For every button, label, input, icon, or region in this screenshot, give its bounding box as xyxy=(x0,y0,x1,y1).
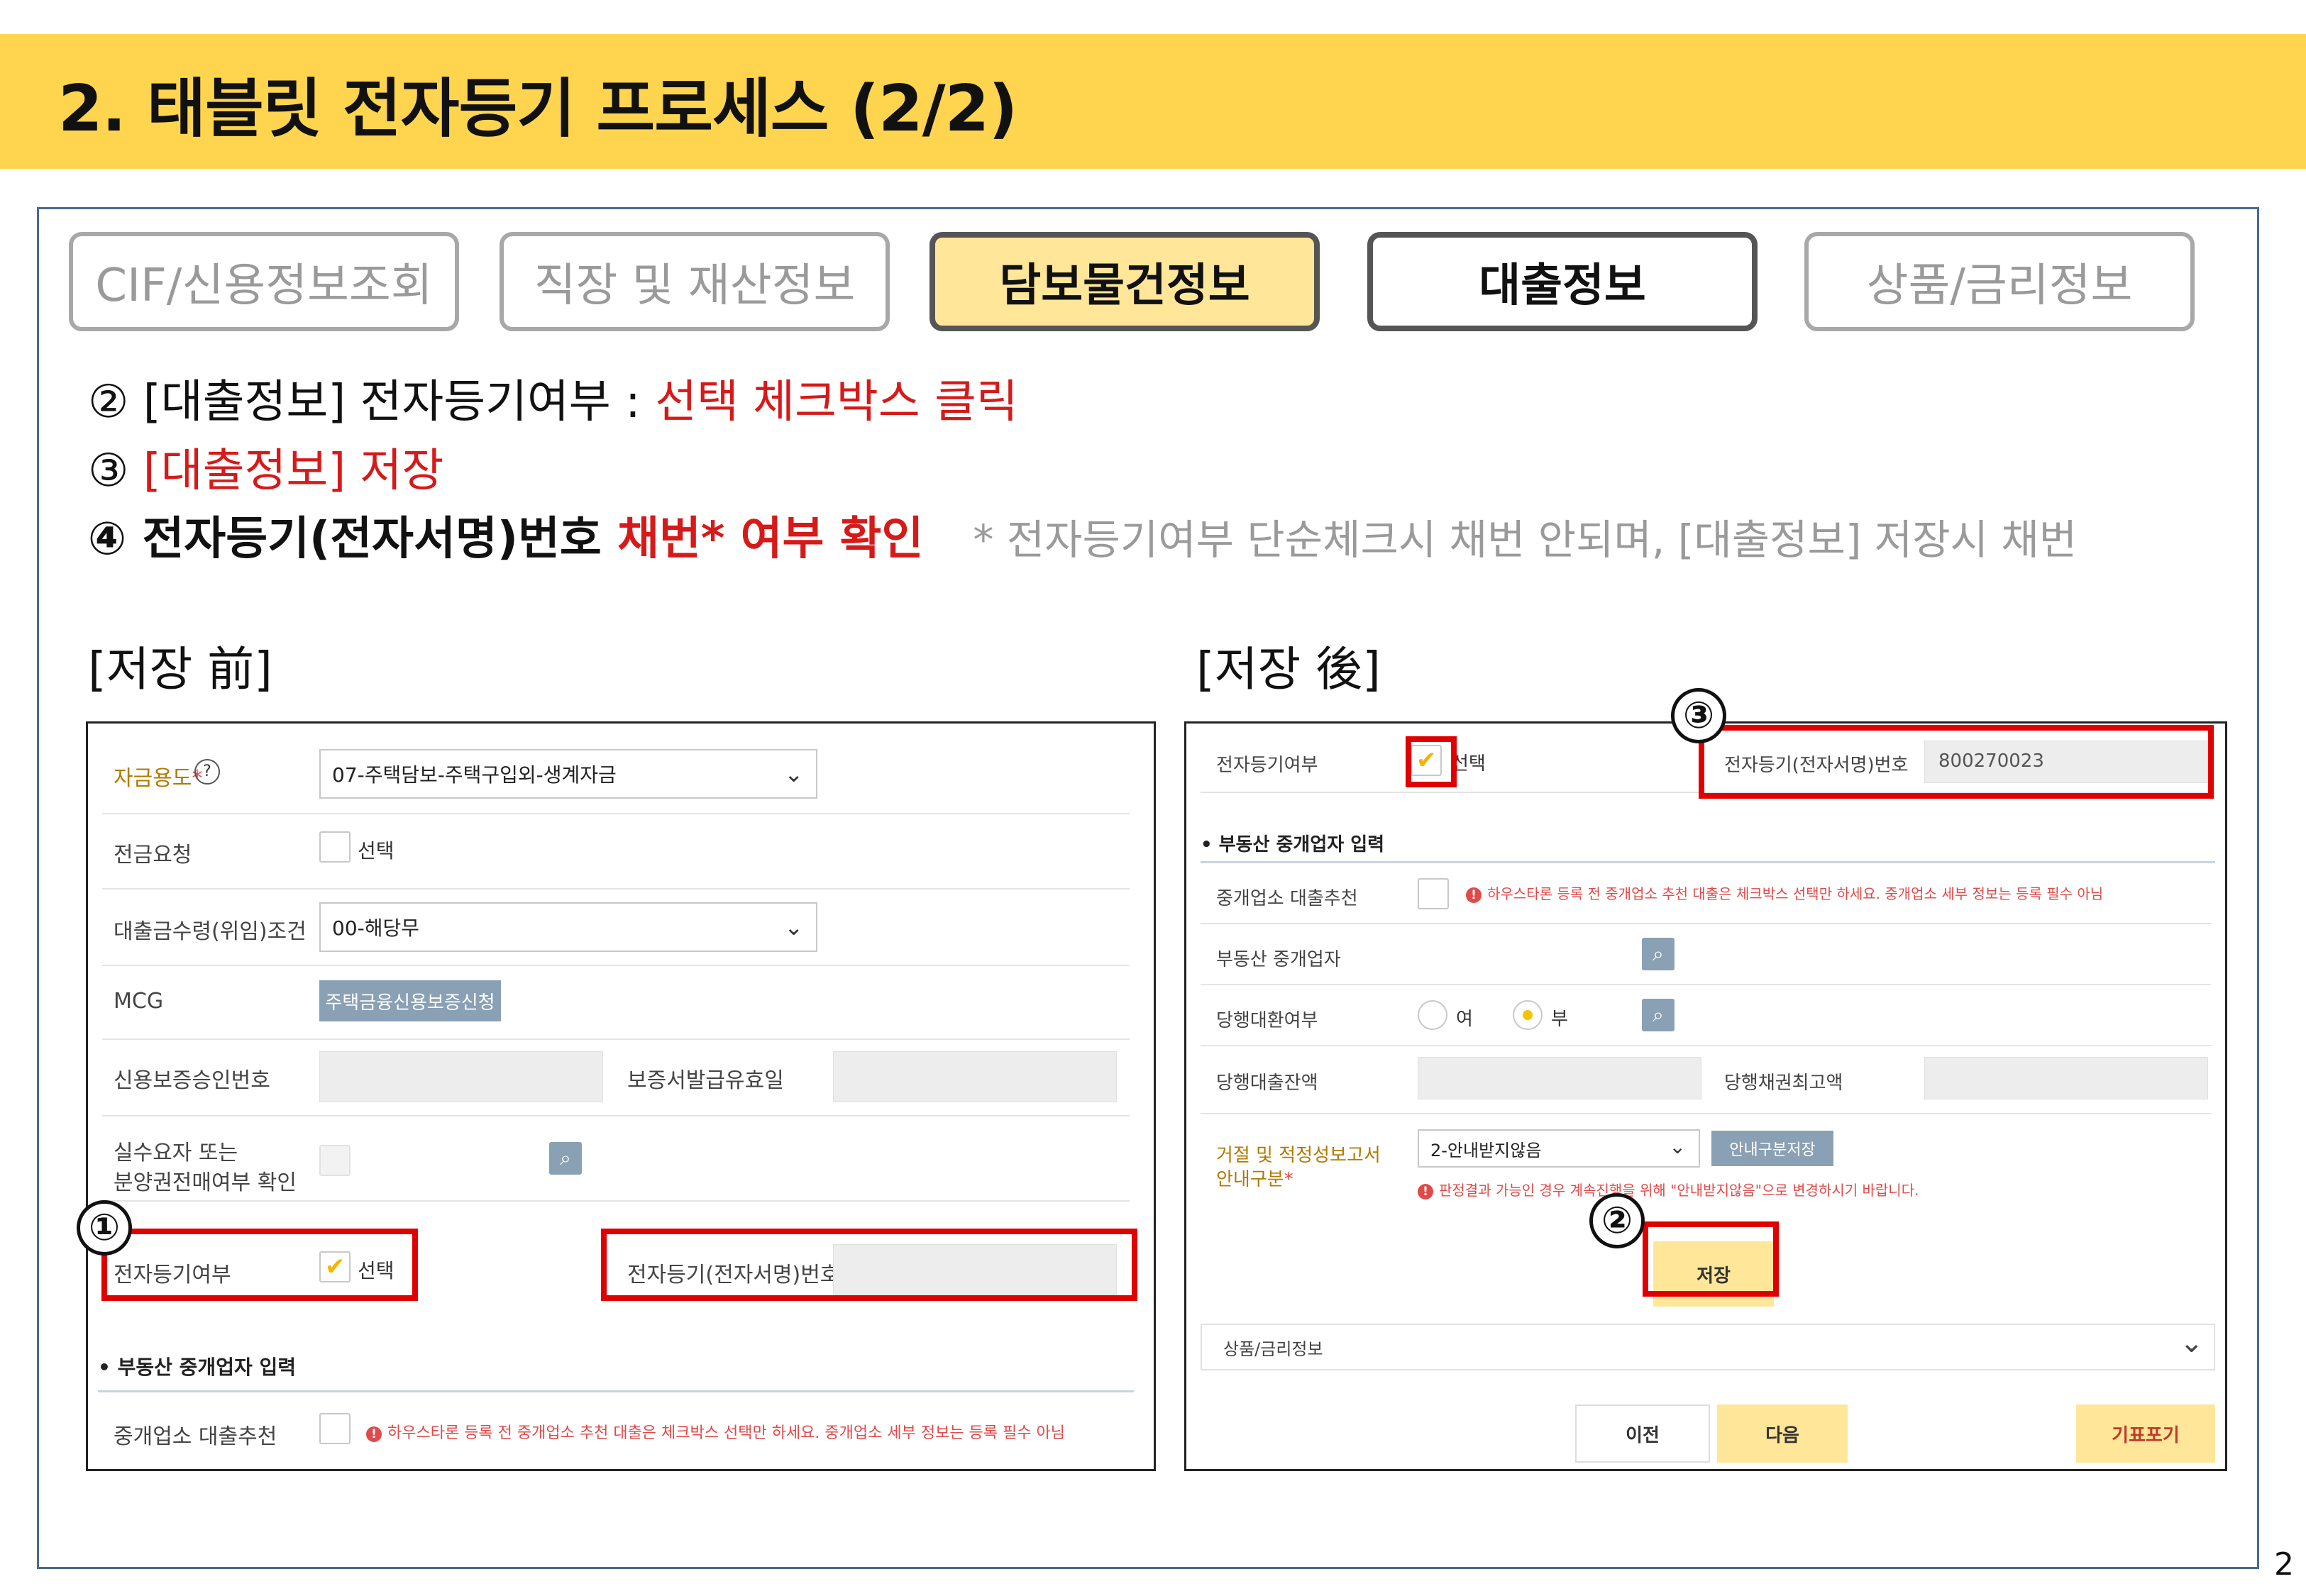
fund-use-label: 자금용도* xyxy=(114,766,203,791)
radio-no-label: 부 xyxy=(1551,1009,1568,1030)
broker-rec-label: 중개업소 대출추천 xyxy=(1216,888,1358,909)
before-panel: 자금용도* ? 07-주택담보-주택구입외-생계자금 ⌄ 전금요청 선택 대출금수… xyxy=(86,721,1156,1471)
row-refinance xyxy=(1201,985,2211,1046)
marker-step-1: ① xyxy=(77,1200,132,1256)
radio-yes[interactable] xyxy=(1418,1000,1447,1030)
guarantee-date-label: 보증서발급유효일 xyxy=(627,1068,784,1093)
tab-cif[interactable]: CIF/신용정보조회 xyxy=(69,232,459,331)
realtor-section-title: • 부동산 중개업자 입력 xyxy=(98,1356,296,1379)
eregi-label: 전자등기여부 xyxy=(1216,755,1318,776)
fund-use-select[interactable]: 07-주택담보-주택구입외-생계자금 ⌄ xyxy=(319,749,817,799)
broker-rec-checkbox[interactable] xyxy=(319,1413,351,1444)
cancel-button[interactable]: 기표포기 xyxy=(2076,1404,2215,1463)
after-panel: 전자등기여부 선택 전자등기(전자서명)번호 800270023 • 부동산 중… xyxy=(1184,721,2227,1471)
section-divider xyxy=(98,1390,1134,1392)
credit-approval-input[interactable] xyxy=(319,1051,603,1102)
warning-icon: ! xyxy=(1466,887,1482,903)
guarantee-date-input[interactable] xyxy=(833,1051,1117,1102)
next-button[interactable]: 다음 xyxy=(1717,1404,1848,1463)
highlight-eregi-number xyxy=(601,1229,1137,1301)
caption-after: [저장 後] xyxy=(1196,642,1381,697)
warning-icon: ! xyxy=(366,1426,382,1442)
product-section-label: 상품/금리정보 xyxy=(1223,1339,1323,1359)
chevron-down-icon: ⌄ xyxy=(784,914,803,941)
transfer-check-label: 선택 xyxy=(358,839,395,863)
buyer-checkbox[interactable] xyxy=(319,1145,351,1176)
buyer-check-label-1: 실수요자 또는 xyxy=(114,1141,238,1165)
step-4-text: ④ 전자등기(전자서명)번호 채번* 여부 확인 * 전자등기여부 단순체크시 채… xyxy=(88,513,2078,565)
highlight-save-button xyxy=(1643,1221,1779,1297)
broker-rec-checkbox[interactable] xyxy=(1418,878,1449,909)
broker-warning: ! 하우스타론 등록 전 중개업소 추천 대출은 체크박스 선택만 하세요. 중개… xyxy=(366,1420,1065,1443)
chevron-down-icon: ⌄ xyxy=(784,760,803,787)
receipt-label: 대출금수령(위임)조건 xyxy=(114,919,307,944)
row-realtor xyxy=(1201,924,2211,985)
transfer-checkbox[interactable] xyxy=(319,831,351,863)
realtor-section-title: • 부동산 중개업자 입력 xyxy=(1201,834,1385,855)
highlight-eregi-number xyxy=(1699,725,2214,799)
page-title: 2. 태블릿 전자등기 프로세스 (2/2) xyxy=(58,72,1017,146)
broker-rec-label: 중개업소 대출추천 xyxy=(114,1424,277,1449)
warning-icon: ! xyxy=(1418,1184,1433,1199)
eregi-check-label: 선택 xyxy=(1452,753,1486,775)
chevron-down-icon: ⌄ xyxy=(2180,1326,2204,1359)
refinance-label: 당행대환여부 xyxy=(1216,1010,1318,1031)
search-icon[interactable]: ⌕ xyxy=(1642,938,1675,970)
page-number: 2 xyxy=(2274,1546,2294,1583)
broker-warning: ! 하우스타론 등록 전 중개업소 추천 대출은 체크박스 선택만 하세요. 중개… xyxy=(1466,882,2103,903)
reject-label-1: 거절 및 적정성보고서 xyxy=(1216,1145,1381,1166)
highlight-eregi-checkbox xyxy=(101,1229,418,1301)
tab-job-property[interactable]: 직장 및 재산정보 xyxy=(500,232,890,331)
caption-before: [저장 前] xyxy=(88,642,272,697)
transfer-label: 전금요청 xyxy=(114,843,192,868)
receipt-select[interactable]: 00-해당무 ⌄ xyxy=(319,902,817,952)
mcg-label: MCG xyxy=(114,989,164,1014)
chevron-down-icon: ⌄ xyxy=(1669,1135,1686,1158)
reject-select[interactable]: 2-안내받지않음 ⌄ xyxy=(1418,1129,1700,1168)
loan-balance-label: 당행대출잔액 xyxy=(1216,1073,1318,1094)
step-2-text: ② [대출정보] 전자등기여부 : 선택 체크박스 클릭 xyxy=(88,376,1018,428)
row-mcg xyxy=(102,966,1130,1040)
search-icon[interactable]: ⌕ xyxy=(1642,999,1675,1031)
loan-balance-input[interactable] xyxy=(1418,1057,1701,1099)
guide-save-button[interactable]: 안내구분저장 xyxy=(1711,1131,1833,1166)
tab-loan-info[interactable]: 대출정보 xyxy=(1367,232,1758,331)
credit-approval-label: 신용보증승인번호 xyxy=(114,1068,270,1093)
tab-collateral[interactable]: 담보물건정보 xyxy=(929,232,1320,331)
marker-step-3: ③ xyxy=(1671,688,1726,743)
buyer-check-label-2: 분양권전매여부 확인 xyxy=(114,1170,297,1195)
reject-warning: ! 판정결과 가능인 경우 계속진행을 위해 "안내받지않음"으로 변경하시기 바… xyxy=(1418,1179,1919,1199)
marker-step-2: ② xyxy=(1589,1193,1645,1248)
row-transfer xyxy=(102,814,1130,890)
mcg-apply-button[interactable]: 주택금융신용보증신청 xyxy=(319,980,501,1021)
realtor-label: 부동산 중개업자 xyxy=(1216,949,1341,970)
step-3-text: ③ [대출정보] 저장 xyxy=(88,445,444,497)
radio-yes-label: 여 xyxy=(1456,1009,1473,1030)
reject-label-2: 안내구분* xyxy=(1216,1169,1293,1190)
highlight-eregi-checkbox xyxy=(1406,736,1457,787)
help-icon[interactable]: ? xyxy=(194,759,220,785)
radio-no[interactable] xyxy=(1513,1000,1543,1030)
prev-button[interactable]: 이전 xyxy=(1575,1404,1710,1463)
max-claim-label: 당행채권최고액 xyxy=(1724,1073,1843,1094)
product-section-bar[interactable] xyxy=(1201,1324,2215,1370)
max-claim-input[interactable] xyxy=(1924,1057,2208,1099)
tab-product-rate[interactable]: 상품/금리정보 xyxy=(1804,232,2195,331)
search-icon[interactable]: ⌕ xyxy=(549,1142,582,1175)
